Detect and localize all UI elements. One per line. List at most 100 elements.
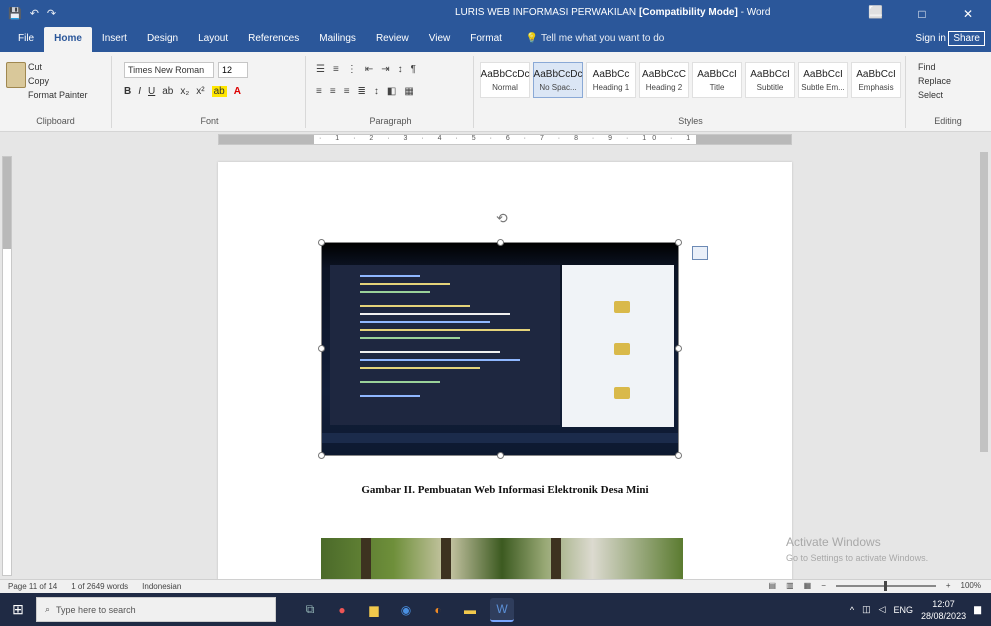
- taskbar-search[interactable]: ⌕ Type here to search: [36, 597, 276, 622]
- tray-chevron-icon[interactable]: ^: [850, 605, 854, 615]
- word-count[interactable]: 1 of 2649 words: [71, 582, 128, 591]
- pilcrow-icon[interactable]: ¶: [411, 64, 416, 75]
- tab-layout[interactable]: Layout: [188, 27, 238, 52]
- chrome-icon[interactable]: ◉: [394, 598, 418, 622]
- subscript-icon[interactable]: x₂: [180, 86, 189, 97]
- undo-icon[interactable]: ↶: [30, 7, 39, 20]
- zoom-level[interactable]: 100%: [961, 581, 981, 590]
- decrease-indent-icon[interactable]: ⇤: [365, 64, 373, 75]
- tab-file[interactable]: File: [8, 27, 44, 52]
- rotate-handle-icon[interactable]: ⟲: [496, 210, 508, 227]
- vertical-ruler[interactable]: [0, 146, 14, 579]
- style-emphasis[interactable]: AaBbCcI Emphasis: [851, 62, 901, 98]
- tab-design[interactable]: Design: [137, 27, 188, 52]
- zoom-in-icon[interactable]: +: [946, 581, 951, 590]
- document-area[interactable]: ⟲ Gambar II. Pembuatan Web Informasi Ele…: [14, 146, 977, 579]
- network-icon[interactable]: ◫: [862, 604, 871, 615]
- format-painter-button[interactable]: Format Painter: [0, 88, 111, 102]
- task-view-icon[interactable]: ⧉: [298, 598, 322, 622]
- resize-handle-n[interactable]: [497, 239, 504, 246]
- bullets-icon[interactable]: ☰: [316, 64, 325, 75]
- tab-review[interactable]: Review: [366, 27, 419, 52]
- read-mode-icon[interactable]: ▤: [769, 581, 777, 590]
- language[interactable]: Indonesian: [142, 582, 181, 591]
- style-subtle-em-[interactable]: AaBbCcI Subtle Em...: [798, 62, 848, 98]
- replace-button[interactable]: Replace: [908, 74, 988, 88]
- notifications-icon[interactable]: ▆: [974, 604, 981, 615]
- close-button[interactable]: ✕: [945, 0, 991, 27]
- style-no-spac-[interactable]: AaBbCcDc No Spac...: [533, 62, 583, 98]
- borders-icon[interactable]: ▦: [404, 86, 413, 97]
- print-layout-icon[interactable]: ▥: [786, 581, 794, 590]
- find-button[interactable]: Find: [908, 60, 988, 74]
- minimize-button[interactable]: —: [853, 0, 899, 27]
- vertical-scrollbar[interactable]: [977, 132, 991, 579]
- scrollbar-thumb[interactable]: [980, 152, 988, 452]
- underline-icon[interactable]: U: [148, 86, 155, 97]
- tab-view[interactable]: View: [419, 27, 461, 52]
- maximize-button[interactable]: □: [899, 0, 945, 27]
- volume-icon[interactable]: ◁: [879, 604, 886, 615]
- windows-start-icon[interactable]: ⊞: [0, 593, 36, 626]
- edge-icon[interactable]: ●: [330, 598, 354, 622]
- font-size-dropdown[interactable]: 12: [218, 62, 248, 78]
- sort-icon[interactable]: ↕: [398, 64, 403, 75]
- sign-in-link[interactable]: Sign in: [915, 33, 946, 44]
- multilevel-icon[interactable]: ⋮: [347, 64, 357, 75]
- horizontal-ruler[interactable]: · 1 · 2 · 3 · 4 · 5 · 6 · 7 · 8 · 9 · 10…: [0, 132, 991, 146]
- bold-icon[interactable]: B: [124, 86, 131, 97]
- file-explorer-icon[interactable]: ▆: [362, 598, 386, 622]
- shading-icon[interactable]: ◧: [387, 86, 396, 97]
- resize-handle-s[interactable]: [497, 452, 504, 459]
- zoom-knob[interactable]: [883, 580, 887, 591]
- tab-home[interactable]: Home: [44, 27, 92, 52]
- resize-handle-w[interactable]: [318, 345, 325, 352]
- redo-icon[interactable]: ↷: [47, 7, 56, 20]
- zoom-slider[interactable]: [835, 580, 936, 591]
- justify-icon[interactable]: ≣: [358, 86, 366, 97]
- clock[interactable]: 12:07 28/08/2023: [921, 598, 966, 622]
- style-title[interactable]: AaBbCcI Title: [692, 62, 742, 98]
- input-language[interactable]: ENG: [894, 605, 914, 615]
- web-layout-icon[interactable]: ▦: [804, 581, 812, 590]
- tab-mailings[interactable]: Mailings: [309, 27, 366, 52]
- style-heading-2[interactable]: AaBbCcC Heading 2: [639, 62, 689, 98]
- word-icon[interactable]: W: [490, 597, 514, 622]
- tell-me-search[interactable]: 💡 Tell me what you want to do: [512, 27, 674, 52]
- share-button[interactable]: Share: [948, 31, 985, 46]
- document-page[interactable]: ⟲ Gambar II. Pembuatan Web Informasi Ele…: [218, 162, 792, 579]
- second-image[interactable]: [321, 538, 683, 579]
- store-icon[interactable]: ▬: [458, 598, 482, 622]
- style-normal[interactable]: AaBbCcDc Normal: [480, 62, 530, 98]
- style-heading-1[interactable]: AaBbCc Heading 1: [586, 62, 636, 98]
- align-right-icon[interactable]: ≡: [344, 86, 350, 97]
- highlight-icon[interactable]: ab: [211, 86, 227, 97]
- tab-format[interactable]: Format: [460, 27, 512, 52]
- italic-icon[interactable]: I: [138, 86, 141, 97]
- select-button[interactable]: Select: [908, 88, 988, 102]
- selected-image[interactable]: [318, 239, 682, 459]
- strikethrough-icon[interactable]: ab: [162, 86, 173, 97]
- align-center-icon[interactable]: ≡: [330, 86, 336, 97]
- resize-handle-nw[interactable]: [318, 239, 325, 246]
- line-spacing-icon[interactable]: ↕: [374, 86, 379, 97]
- page-count[interactable]: Page 11 of 14: [8, 582, 57, 591]
- resize-handle-se[interactable]: [675, 452, 682, 459]
- style-subtitle[interactable]: AaBbCcI Subtitle: [745, 62, 795, 98]
- tab-references[interactable]: References: [238, 27, 309, 52]
- font-color-icon[interactable]: A: [234, 86, 241, 97]
- resize-handle-sw[interactable]: [318, 452, 325, 459]
- paste-icon[interactable]: [6, 62, 26, 88]
- layout-options-icon[interactable]: [692, 246, 708, 260]
- font-name-dropdown[interactable]: Times New Roman: [124, 62, 214, 78]
- numbering-icon[interactable]: ≡: [333, 64, 339, 75]
- align-left-icon[interactable]: ≡: [316, 86, 322, 97]
- resize-handle-e[interactable]: [675, 345, 682, 352]
- zoom-out-icon[interactable]: −: [821, 581, 826, 590]
- resize-handle-ne[interactable]: [675, 239, 682, 246]
- superscript-icon[interactable]: x²: [196, 86, 204, 97]
- browser-icon[interactable]: ◐: [426, 598, 450, 622]
- tab-insert[interactable]: Insert: [92, 27, 137, 52]
- increase-indent-icon[interactable]: ⇥: [381, 64, 389, 75]
- save-icon[interactable]: 💾: [8, 7, 22, 20]
